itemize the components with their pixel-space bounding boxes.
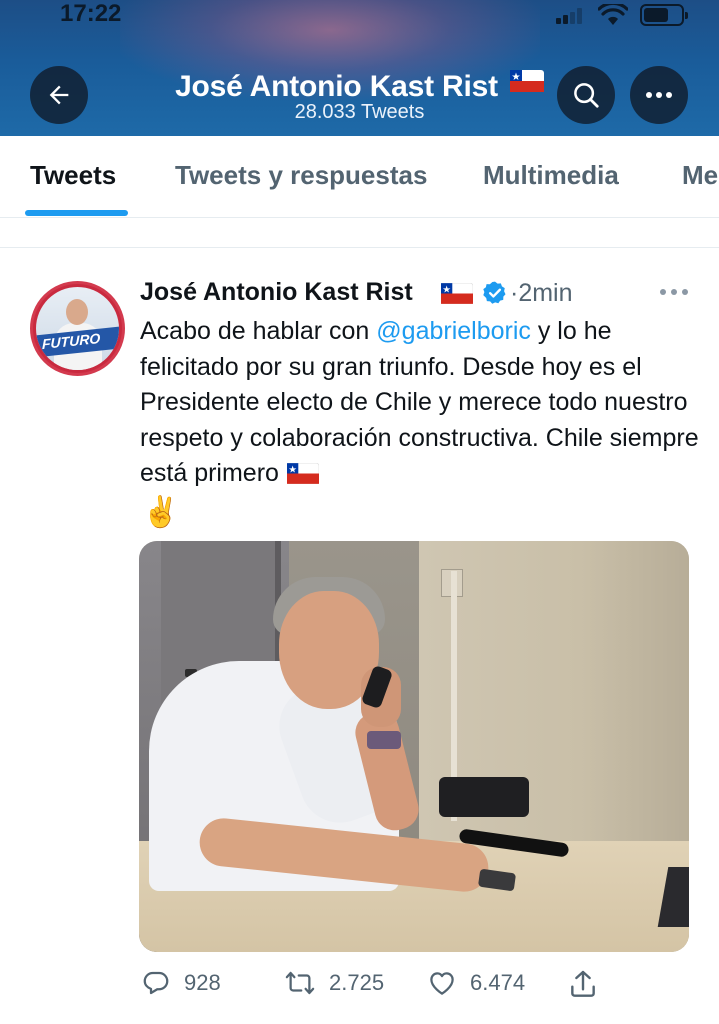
more-dots-icon bbox=[646, 92, 672, 98]
more-options-button[interactable] bbox=[630, 66, 688, 124]
reply-button[interactable]: 928 bbox=[140, 968, 221, 998]
tweet-more-button[interactable] bbox=[660, 289, 688, 297]
search-icon bbox=[574, 83, 599, 108]
tweet-text-part1: Acabo de hablar con bbox=[140, 317, 377, 345]
tab-tweets[interactable]: Tweets bbox=[30, 160, 116, 191]
tweet-text: Acabo de hablar con @gabrielboric y lo h… bbox=[140, 314, 700, 531]
status-time: 17:22 bbox=[60, 0, 122, 27]
reply-count: 928 bbox=[184, 970, 221, 995]
section-divider bbox=[0, 218, 719, 248]
active-tab-indicator bbox=[25, 210, 128, 216]
tweet-photo[interactable] bbox=[139, 541, 689, 952]
like-count: 6.474 bbox=[470, 970, 526, 995]
battery-icon bbox=[640, 4, 688, 26]
retweet-button[interactable]: 2.725 bbox=[283, 968, 384, 998]
tab-me-gusta[interactable]: Me bbox=[682, 160, 718, 191]
tweet-time-value: 2min bbox=[518, 279, 573, 307]
tweet-actions: 928 2.725 6.474 bbox=[0, 960, 719, 1010]
tweet-time[interactable]: ·2min bbox=[510, 279, 573, 308]
retweet-icon bbox=[285, 971, 315, 995]
tab-multimedia[interactable]: Multimedia bbox=[483, 160, 619, 191]
chile-flag-icon bbox=[509, 66, 544, 100]
reply-icon bbox=[143, 971, 169, 995]
status-bar: 17:22 bbox=[0, 0, 719, 36]
tab-tweets-y-respuestas[interactable]: Tweets y respuestas bbox=[175, 160, 427, 191]
verified-badge-icon bbox=[483, 281, 506, 304]
profile-tabs: Tweets Tweets y respuestas Multimedia Me bbox=[0, 136, 719, 218]
retweet-count: 2.725 bbox=[329, 970, 385, 995]
search-button[interactable] bbox=[557, 66, 615, 124]
chile-flag-icon bbox=[440, 282, 474, 309]
mention-link[interactable]: @gabrielboric bbox=[376, 317, 531, 345]
heart-icon bbox=[430, 972, 454, 995]
like-button[interactable]: 6.474 bbox=[426, 968, 525, 998]
profile-header: 17:22 José Antonio Kast Rist 28.033 Twee… bbox=[0, 0, 719, 136]
chile-flag-emoji bbox=[286, 459, 320, 495]
share-button[interactable] bbox=[567, 968, 599, 1000]
header-name: José Antonio Kast Rist bbox=[175, 70, 498, 103]
avatar[interactable]: FUTURO bbox=[30, 281, 125, 376]
wifi-icon bbox=[598, 4, 628, 25]
tweet-author-name[interactable]: José Antonio Kast Rist bbox=[140, 278, 413, 307]
cellular-signal-icon bbox=[556, 8, 588, 24]
victory-hand-emoji: ✌️ bbox=[142, 495, 180, 529]
share-icon bbox=[571, 970, 595, 997]
